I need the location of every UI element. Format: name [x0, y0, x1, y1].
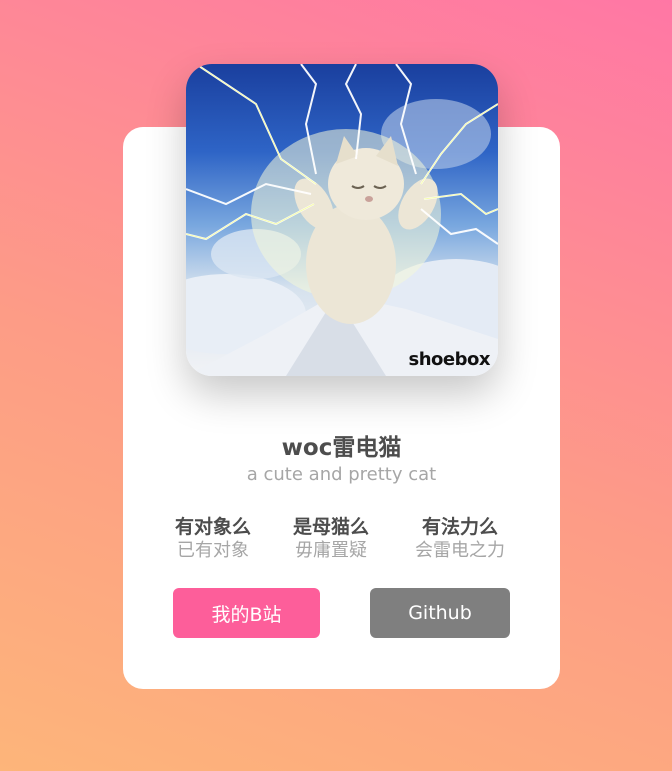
- stat-answer: 毋庸置疑: [295, 540, 367, 561]
- avatar-watermark: shoebox: [408, 349, 491, 370]
- stat-question: 是母猫么: [292, 516, 369, 538]
- stat-is-female: 是母猫么 毋庸置疑: [271, 515, 391, 563]
- profile-tagline: a cute and pretty cat: [246, 464, 437, 485]
- stat-question: 有法力么: [421, 516, 498, 538]
- profile-name: woc雷电猫: [281, 435, 402, 461]
- stat-has-magic: 有法力么 会雷电之力: [400, 515, 520, 563]
- stat-question: 有对象么: [174, 516, 251, 538]
- stat-answer: 会雷电之力: [415, 540, 505, 561]
- lightning-cat-image: [186, 64, 498, 376]
- stat-answer: 已有对象: [177, 540, 249, 561]
- stat-has-partner: 有对象么 已有对象: [153, 515, 273, 563]
- bilibili-button[interactable]: 我的B站: [173, 588, 320, 638]
- avatar: shoebox: [186, 64, 498, 376]
- github-button[interactable]: Github: [370, 588, 510, 638]
